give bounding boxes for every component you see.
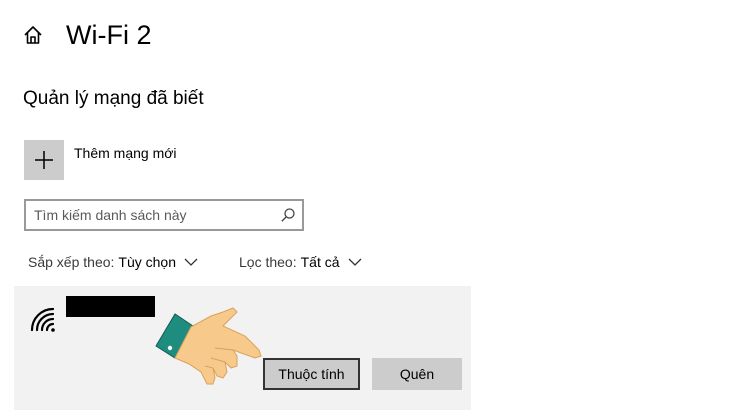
add-network-button[interactable] <box>24 140 64 180</box>
page-title: Wi-Fi 2 <box>66 20 152 50</box>
home-icon <box>24 26 42 44</box>
filter-label: Lọc theo: <box>239 254 297 270</box>
sort-dropdown[interactable]: Sắp xếp theo: Tùy chọn <box>28 252 198 272</box>
search-input[interactable] <box>34 201 270 229</box>
forget-button[interactable]: Quên <box>372 358 462 390</box>
filter-value: Tất cả <box>300 254 340 270</box>
search-icon[interactable] <box>280 207 296 223</box>
add-network-label[interactable]: Thêm mạng mới <box>74 144 177 162</box>
filter-dropdown[interactable]: Lọc theo: Tất cả <box>239 252 362 272</box>
pointing-hand-icon <box>155 307 262 385</box>
sort-value: Tùy chọn <box>118 254 176 270</box>
section-heading: Quản lý mạng đã biết <box>23 88 204 109</box>
plus-icon <box>35 151 53 169</box>
wifi-signal-icon <box>30 307 55 332</box>
search-box[interactable] <box>24 199 304 231</box>
sort-label: Sắp xếp theo: <box>28 254 115 270</box>
home-button[interactable] <box>22 24 44 46</box>
properties-button[interactable]: Thuộc tính <box>263 358 360 390</box>
chevron-down-icon <box>348 258 361 266</box>
network-name-redacted <box>66 296 155 317</box>
chevron-down-icon <box>184 258 198 266</box>
